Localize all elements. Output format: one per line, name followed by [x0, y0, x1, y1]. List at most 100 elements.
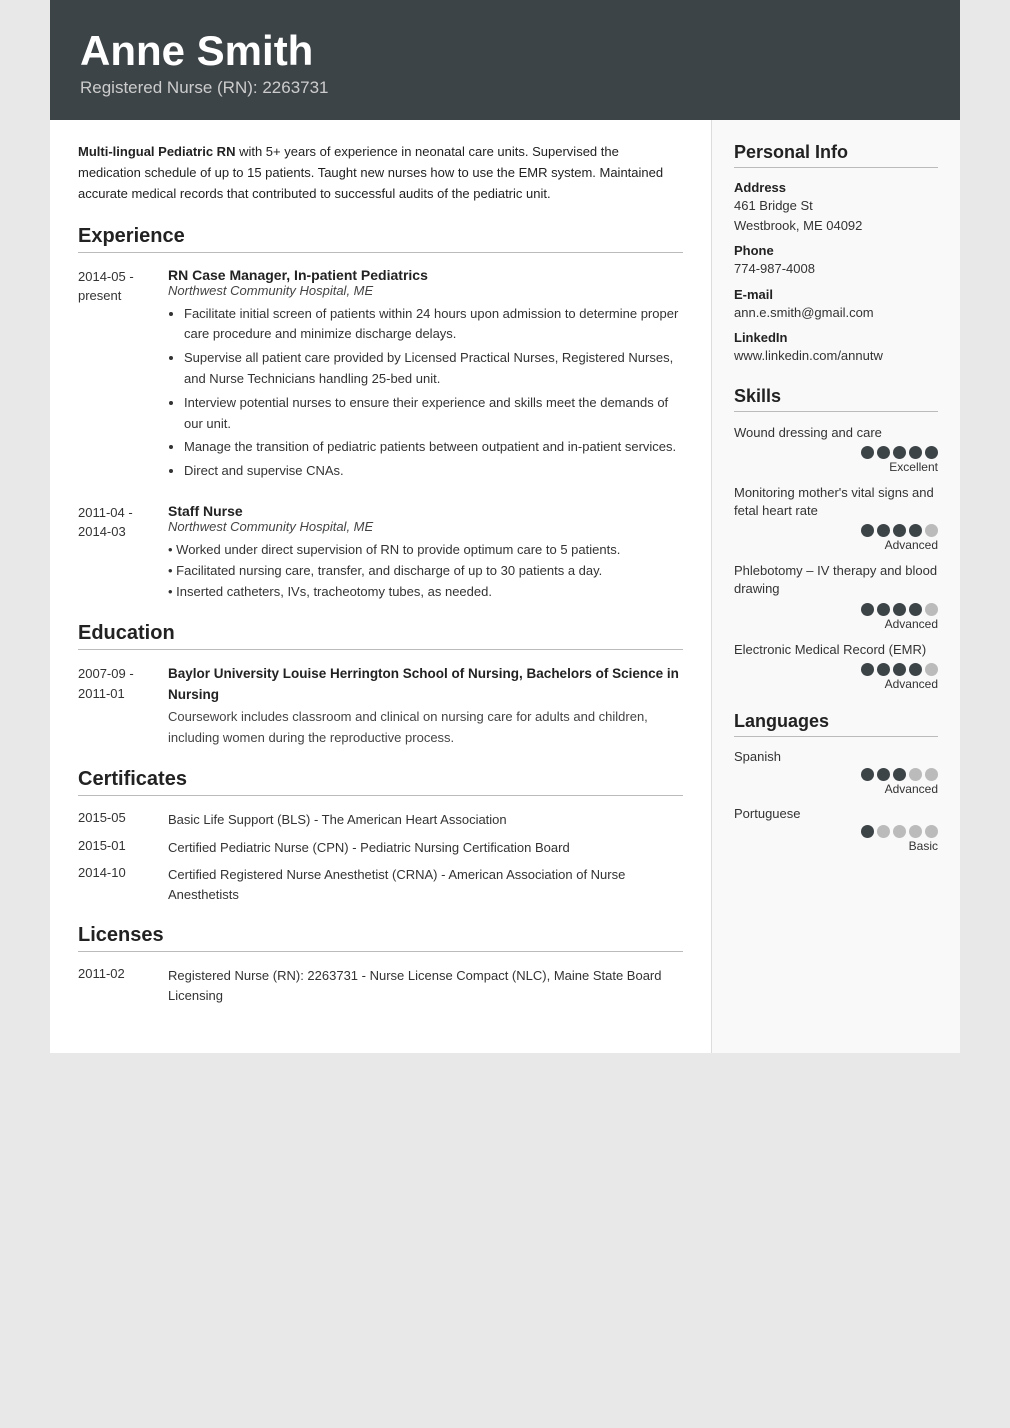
dot	[861, 603, 874, 616]
dot	[925, 603, 938, 616]
skill-level-2: Advanced	[734, 538, 938, 552]
personal-info-section: Personal Info Address 461 Bridge St West…	[734, 142, 938, 366]
summary-bold: Multi-lingual Pediatric RN	[78, 144, 235, 159]
licenses-title: Licenses	[78, 924, 683, 947]
dot	[925, 446, 938, 459]
skill-level-3: Advanced	[734, 617, 938, 631]
dot	[861, 663, 874, 676]
skill-name-4: Electronic Medical Record (EMR)	[734, 641, 938, 659]
list-item: Direct and supervise CNAs.	[184, 461, 683, 482]
dot	[877, 663, 890, 676]
certificates-section: Certificates 2015-05 Basic Life Support …	[78, 768, 683, 904]
skill-name-2: Monitoring mother's vital signs and feta…	[734, 484, 938, 520]
license-date-1: 2011-02	[78, 966, 168, 981]
experience-item-2: 2011-04 -2014-03 Staff Nurse Northwest C…	[78, 503, 683, 602]
personal-info-title: Personal Info	[734, 142, 938, 163]
lang-level-2: Basic	[734, 839, 938, 853]
dot	[861, 446, 874, 459]
skills-section: Skills Wound dressing and care Excellent…	[734, 386, 938, 691]
dot	[877, 825, 890, 838]
skill-name-1: Wound dressing and care	[734, 424, 938, 442]
summary: Multi-lingual Pediatric RN with 5+ years…	[78, 142, 683, 204]
dot	[861, 768, 874, 781]
dot	[877, 768, 890, 781]
dot	[925, 768, 938, 781]
dot	[893, 663, 906, 676]
personal-info-divider	[734, 167, 938, 168]
dot	[861, 524, 874, 537]
education-section: Education 2007-09 -2011-01 Baylor Univer…	[78, 622, 683, 748]
exp-content-2: Staff Nurse Northwest Community Hospital…	[168, 503, 683, 602]
dot	[877, 603, 890, 616]
address-line1: 461 Bridge St	[734, 196, 938, 216]
exp-title-2: Staff Nurse	[168, 503, 683, 519]
address-line2: Westbrook, ME 04092	[734, 216, 938, 236]
main-content: Multi-lingual Pediatric RN with 5+ years…	[50, 120, 712, 1053]
exp-text-2: • Worked under direct supervision of RN …	[168, 540, 683, 602]
dot	[925, 825, 938, 838]
list-item: Facilitate initial screen of patients wi…	[184, 304, 683, 346]
edu-date-1: 2007-09 -2011-01	[78, 664, 168, 748]
lang-name-2: Portuguese	[734, 806, 938, 821]
lang-dots-2	[734, 825, 938, 838]
lang-name-1: Spanish	[734, 749, 938, 764]
dot	[909, 603, 922, 616]
certificates-title: Certificates	[78, 768, 683, 791]
skill-level-4: Advanced	[734, 677, 938, 691]
skill-item-1: Wound dressing and care Excellent	[734, 424, 938, 474]
dot	[877, 524, 890, 537]
dot	[909, 446, 922, 459]
experience-divider	[78, 252, 683, 253]
skill-level-1: Excellent	[734, 460, 938, 474]
dot	[909, 663, 922, 676]
header-subtitle: Registered Nurse (RN): 2263731	[80, 78, 930, 98]
resume: Anne Smith Registered Nurse (RN): 226373…	[50, 0, 960, 1053]
cert-date-1: 2015-05	[78, 810, 168, 825]
languages-divider	[734, 736, 938, 737]
experience-section: Experience 2014-05 -present RN Case Mana…	[78, 225, 683, 603]
edu-content-1: Baylor University Louise Herrington Scho…	[168, 664, 683, 748]
exp-date-1: 2014-05 -present	[78, 267, 168, 485]
list-item: Interview potential nurses to ensure the…	[184, 393, 683, 435]
lang-dots-1	[734, 768, 938, 781]
dot	[925, 524, 938, 537]
skill-dots-4	[734, 663, 938, 676]
cert-text-3: Certified Registered Nurse Anesthetist (…	[168, 865, 683, 904]
cert-item-3: 2014-10 Certified Registered Nurse Anest…	[78, 865, 683, 904]
phone-label: Phone	[734, 243, 938, 258]
languages-title: Languages	[734, 711, 938, 732]
list-item: Manage the transition of pediatric patie…	[184, 437, 683, 458]
cert-date-2: 2015-01	[78, 838, 168, 853]
email-label: E-mail	[734, 287, 938, 302]
list-item: Supervise all patient care provided by L…	[184, 348, 683, 390]
skills-title: Skills	[734, 386, 938, 407]
linkedin-label: LinkedIn	[734, 330, 938, 345]
education-item-1: 2007-09 -2011-01 Baylor University Louis…	[78, 664, 683, 748]
body: Multi-lingual Pediatric RN with 5+ years…	[50, 120, 960, 1053]
email-value: ann.e.smith@gmail.com	[734, 303, 938, 323]
address-label: Address	[734, 180, 938, 195]
languages-section: Languages Spanish Advanced Portuguese	[734, 711, 938, 853]
licenses-divider	[78, 951, 683, 952]
skills-divider	[734, 411, 938, 412]
edu-desc-1: Coursework includes classroom and clinic…	[168, 707, 683, 749]
skill-dots-1	[734, 446, 938, 459]
lang-level-1: Advanced	[734, 782, 938, 796]
dot	[893, 524, 906, 537]
exp-content-1: RN Case Manager, In-patient Pediatrics N…	[168, 267, 683, 485]
cert-date-3: 2014-10	[78, 865, 168, 880]
sidebar: Personal Info Address 461 Bridge St West…	[712, 120, 960, 1053]
education-divider	[78, 649, 683, 650]
licenses-section: Licenses 2011-02 Registered Nurse (RN): …	[78, 924, 683, 1005]
dot	[861, 825, 874, 838]
header: Anne Smith Registered Nurse (RN): 226373…	[50, 0, 960, 120]
skill-item-3: Phlebotomy – IV therapy and blood drawin…	[734, 562, 938, 630]
dot	[909, 768, 922, 781]
lang-item-2: Portuguese Basic	[734, 806, 938, 853]
exp-date-2: 2011-04 -2014-03	[78, 503, 168, 602]
dot	[877, 446, 890, 459]
dot	[925, 663, 938, 676]
dot	[909, 524, 922, 537]
exp-company-2: Northwest Community Hospital, ME	[168, 519, 683, 534]
cert-text-1: Basic Life Support (BLS) - The American …	[168, 810, 683, 830]
